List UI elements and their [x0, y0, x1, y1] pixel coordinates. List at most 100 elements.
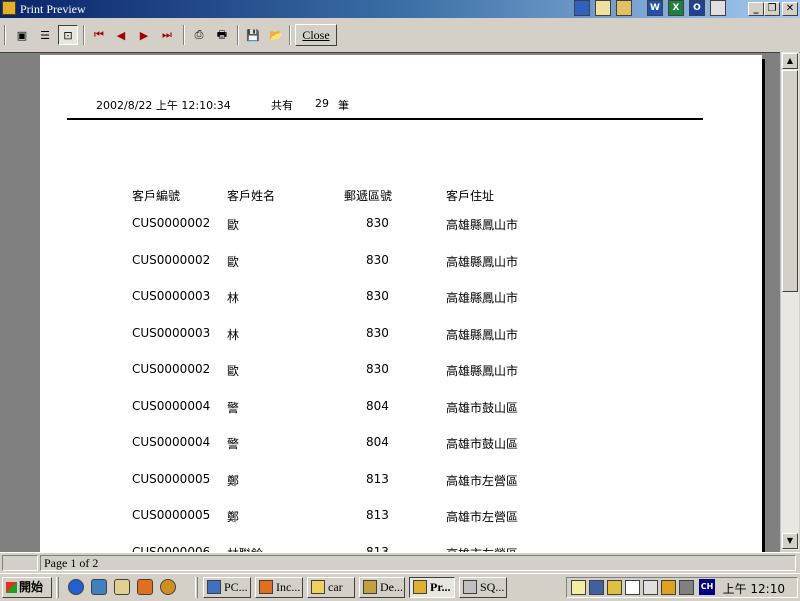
task-label: Inc...	[276, 580, 301, 594]
zoom-page-icon[interactable]: ⊡	[58, 25, 78, 45]
title-bar: Print Preview W X O _ ❐ ✕	[0, 0, 800, 18]
folder-tray-icon[interactable]	[661, 580, 676, 595]
cell-customer-id: CUS0000002	[132, 216, 211, 230]
excel-icon[interactable]: X	[668, 0, 684, 16]
close-button[interactable]: Close	[295, 24, 337, 46]
cell-customer-name: 歐	[227, 254, 240, 269]
folder-icon	[311, 580, 325, 594]
scroll-up-icon[interactable]: ▲	[782, 53, 798, 69]
cell-postal-code: 830	[366, 325, 389, 340]
vertical-scrollbar[interactable]: ▲ ▼	[780, 52, 799, 550]
save-icon[interactable]: 💾	[243, 25, 263, 45]
column-header-address: 客戶住址	[446, 189, 495, 203]
cell-customer-name: 林	[227, 327, 240, 342]
mail-icon	[259, 580, 273, 594]
page-info: Page 1 of 2	[40, 555, 796, 571]
last-page-icon[interactable]: ⏭	[157, 25, 177, 45]
task-label: De...	[380, 580, 403, 594]
task-button[interactable]: PC...	[203, 577, 251, 598]
find-icon[interactable]	[710, 0, 726, 16]
volume-icon[interactable]	[571, 580, 586, 595]
restore-button[interactable]: ❐	[764, 2, 780, 16]
app-switch-icon[interactable]	[574, 0, 590, 16]
status-bar: Page 1 of 2	[0, 552, 800, 573]
status-panel	[2, 555, 38, 571]
cell-address: 高雄縣鳳山市	[446, 291, 519, 305]
device-icon[interactable]	[643, 580, 658, 595]
cell-customer-name: 警	[227, 437, 240, 451]
cell-customer-id: CUS0000004	[132, 435, 211, 449]
scroll-down-icon[interactable]: ▼	[782, 533, 798, 549]
previous-page-icon[interactable]: ◀	[111, 25, 131, 45]
cell-customer-id: CUS0000003	[132, 289, 211, 303]
word-icon[interactable]: W	[647, 0, 663, 16]
network-icon[interactable]	[91, 579, 107, 595]
column-header-postal-code: 郵遞區號	[344, 189, 393, 203]
scroll-thumb[interactable]	[782, 70, 798, 292]
cell-customer-name: 林	[227, 291, 240, 305]
outlook-express-icon[interactable]	[137, 579, 153, 595]
document-icon	[207, 580, 221, 594]
outlook-icon[interactable]: O	[689, 0, 705, 16]
cell-address: 高雄市左營區	[446, 473, 519, 488]
cell-address: 高雄縣鳳山市	[446, 364, 519, 378]
toolbar-grip	[4, 25, 6, 45]
cell-postal-code: 804	[366, 398, 389, 413]
toolbar-separator	[289, 25, 291, 45]
utility-icon[interactable]	[160, 579, 176, 595]
notes-icon[interactable]	[595, 0, 611, 16]
task-button-active[interactable]: Pr...	[409, 577, 455, 598]
cell-address: 高雄縣鳳山市	[446, 327, 519, 342]
one-page-icon[interactable]: ▣	[12, 25, 32, 45]
cell-address: 高雄市鼓山區	[446, 400, 519, 415]
system-tray: CH 上午 12:10	[566, 577, 798, 598]
cell-postal-code: 830	[366, 216, 389, 230]
task-button[interactable]: car	[307, 577, 355, 598]
cell-customer-name: 歐	[227, 218, 240, 232]
cell-customer-id: CUS0000003	[132, 325, 211, 340]
window-close-button[interactable]: ✕	[782, 2, 798, 16]
cell-postal-code: 830	[366, 362, 389, 376]
sql-icon	[463, 580, 477, 594]
task-button[interactable]: De...	[359, 577, 405, 598]
printer-setup-icon[interactable]: ⎙	[189, 25, 209, 45]
toolbar-separator	[237, 25, 239, 45]
cell-customer-name: 鄭	[227, 510, 240, 524]
cell-customer-id: CUS0000005	[132, 471, 211, 486]
cell-postal-code: 813	[366, 508, 389, 522]
two-page-icon[interactable]: ☰	[35, 25, 55, 45]
cell-address: 高雄市左營區	[446, 510, 519, 524]
task-label: Pr...	[430, 580, 451, 594]
cell-customer-name: 歐	[227, 364, 240, 378]
taskbar-grip	[195, 577, 198, 598]
input-method-indicator[interactable]: CH	[699, 579, 715, 595]
internet-explorer-icon[interactable]	[68, 579, 84, 595]
minimize-button[interactable]: _	[748, 2, 764, 16]
first-page-icon[interactable]: ⏮	[89, 25, 109, 45]
cell-address: 高雄縣鳳山市	[446, 218, 519, 232]
task-button[interactable]: SQ...	[459, 577, 507, 598]
task-label: car	[328, 580, 343, 594]
start-button[interactable]: 開始	[2, 577, 52, 598]
open-icon[interactable]: 📂	[266, 25, 286, 45]
app-icon	[2, 1, 16, 15]
pen-icon[interactable]	[607, 580, 622, 595]
cell-customer-name: 警	[227, 400, 240, 415]
total-count: 29	[315, 97, 329, 110]
windows-logo-icon	[6, 582, 17, 593]
cell-address: 高雄縣鳳山市	[446, 254, 519, 269]
column-header-customer-name: 客戶姓名	[227, 189, 276, 203]
report-page: 2002/8/22 上午 12:10:34 共有 29 筆 客戶編號 客戶姓名 …	[40, 55, 765, 553]
print-icon[interactable]: 🖶	[212, 25, 232, 45]
network-status-icon[interactable]	[589, 580, 604, 595]
total-suffix: 筆	[338, 99, 349, 112]
folder-icon[interactable]	[616, 0, 632, 16]
task-label: PC...	[224, 580, 248, 594]
show-desktop-icon[interactable]	[114, 579, 130, 595]
cell-customer-id: CUS0000002	[132, 362, 211, 376]
next-page-icon[interactable]: ▶	[134, 25, 154, 45]
preview-area[interactable]: 2002/8/22 上午 12:10:34 共有 29 筆 客戶編號 客戶姓名 …	[0, 52, 780, 553]
computer-icon[interactable]	[679, 580, 694, 595]
window-icon[interactable]	[625, 580, 640, 595]
task-button[interactable]: Inc...	[255, 577, 303, 598]
